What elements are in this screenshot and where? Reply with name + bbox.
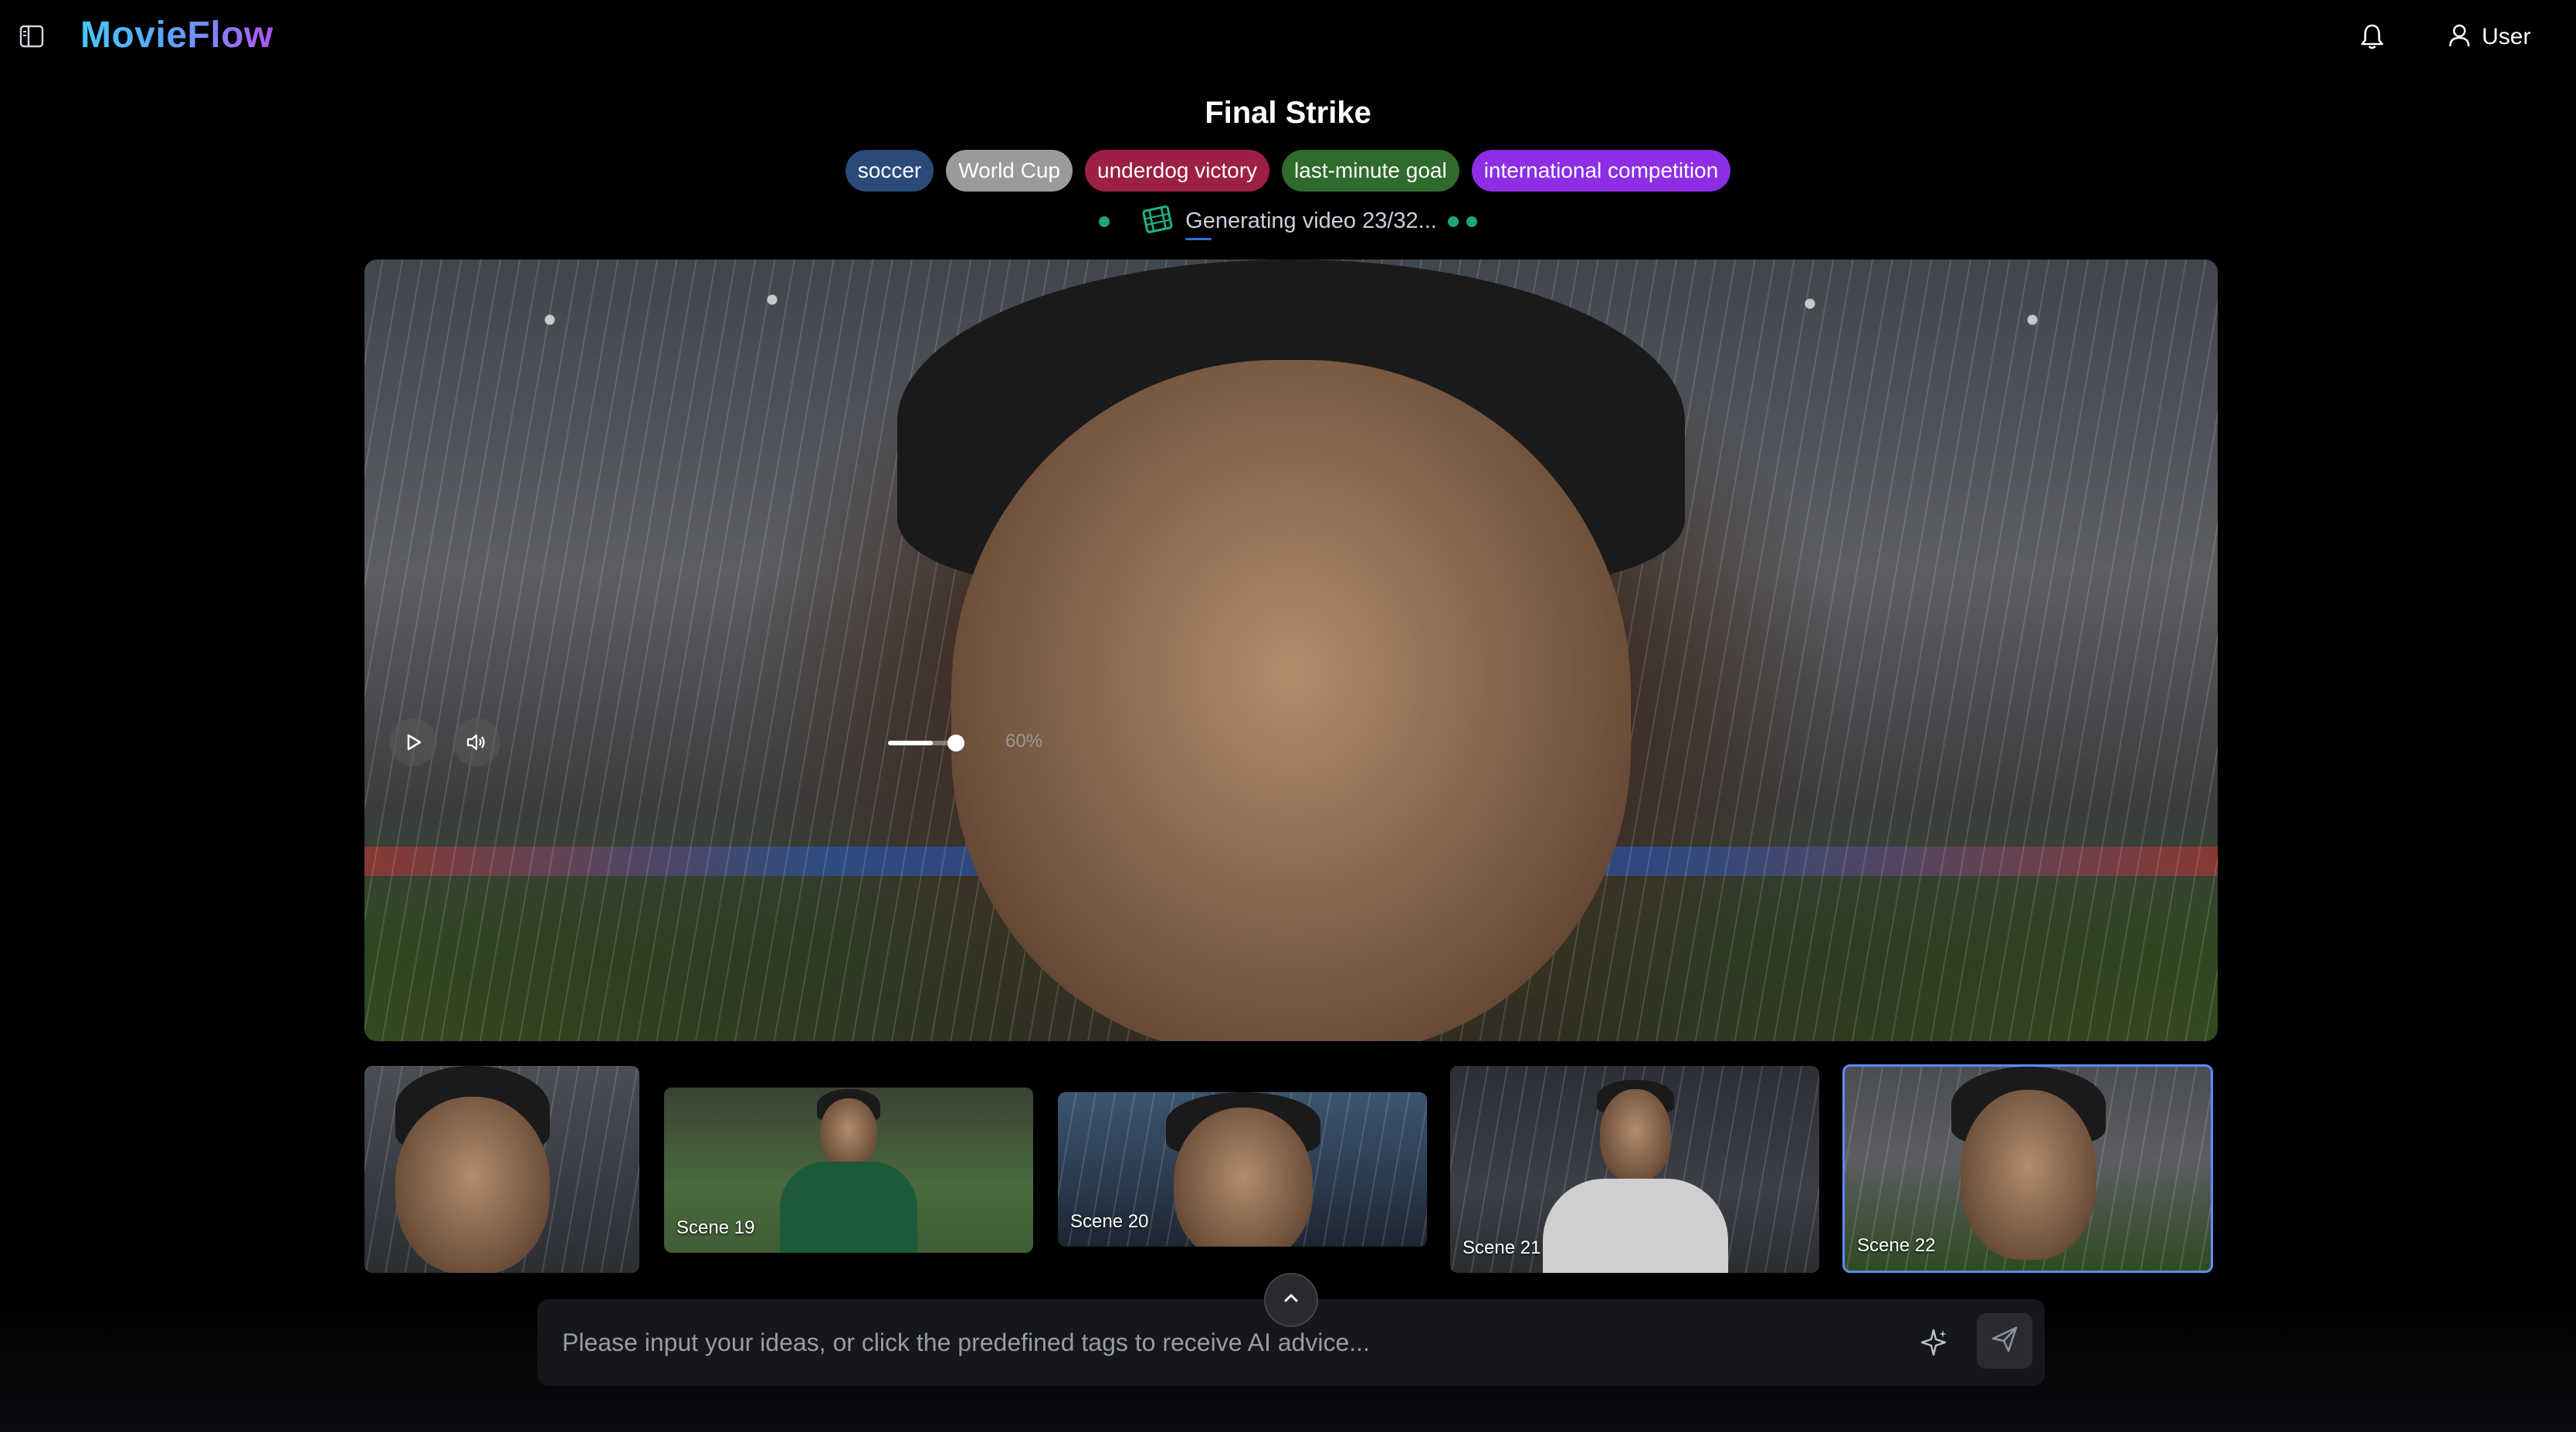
tag-list: soccer World Cup underdog victory last-m… (0, 150, 2576, 192)
status-dot (1466, 215, 1477, 227)
generation-status: Generating video 23/32... (0, 204, 2576, 240)
user-icon (2448, 23, 2471, 52)
expand-panel-button[interactable] (1264, 1273, 1318, 1327)
chevron-up-icon (1281, 1288, 1301, 1312)
volume-slider-handle[interactable] (947, 735, 964, 752)
scene-thumbnail[interactable] (364, 1066, 639, 1273)
sidebar-toggle-icon[interactable] (19, 23, 45, 49)
scene-face (820, 1098, 877, 1168)
scene-thumbnail[interactable]: Scene 19 (664, 1088, 1033, 1253)
status-text: Generating video 23/32... (1185, 209, 1437, 240)
scene-thumbnail-selected[interactable]: Scene 22 (1842, 1064, 2213, 1273)
send-button[interactable] (1977, 1313, 2032, 1369)
bell-icon[interactable] (2358, 22, 2386, 51)
scene-label: Scene 22 (1857, 1235, 1936, 1256)
player-face (951, 360, 1631, 1041)
scene-label: Scene 21 (1463, 1237, 1541, 1258)
scene-face (1174, 1108, 1313, 1247)
project-title: Final Strike (1205, 96, 1371, 130)
tag-world-cup[interactable]: World Cup (946, 150, 1073, 192)
film-icon (1141, 204, 1174, 239)
sparkle-icon[interactable] (1918, 1327, 1949, 1358)
volume-button[interactable] (452, 718, 500, 766)
scene-face (1961, 1090, 2096, 1260)
tag-international-competition[interactable]: international competition (1471, 150, 1731, 192)
video-player[interactable]: 60% (364, 260, 2218, 1041)
volume-percentage: 60% (1005, 731, 1043, 752)
volume-slider[interactable] (888, 735, 964, 752)
tag-last-minute-goal[interactable]: last-minute goal (1282, 150, 1459, 192)
tag-soccer[interactable]: soccer (845, 150, 934, 192)
send-icon (1990, 1325, 2019, 1358)
scene-body (780, 1162, 917, 1253)
app-logo: MovieFlow (80, 15, 273, 56)
scene-label: Scene 19 (676, 1217, 755, 1238)
scene-body (1543, 1179, 1728, 1273)
play-button[interactable] (389, 718, 437, 766)
user-label: User (2482, 24, 2531, 49)
scene-label: Scene 20 (1070, 1211, 1149, 1232)
scene-thumbnail[interactable]: Scene 20 (1058, 1092, 1427, 1247)
idea-input[interactable] (561, 1322, 1876, 1362)
scene-face (395, 1097, 550, 1273)
tag-underdog-victory[interactable]: underdog victory (1085, 150, 1270, 192)
scene-face (1600, 1089, 1671, 1182)
user-menu-button[interactable]: User (2448, 20, 2530, 54)
status-dot (1099, 215, 1110, 227)
scene-thumbnail[interactable]: Scene 21 (1450, 1066, 1819, 1273)
status-dot (1447, 215, 1459, 227)
volume-slider-fill (888, 741, 933, 745)
